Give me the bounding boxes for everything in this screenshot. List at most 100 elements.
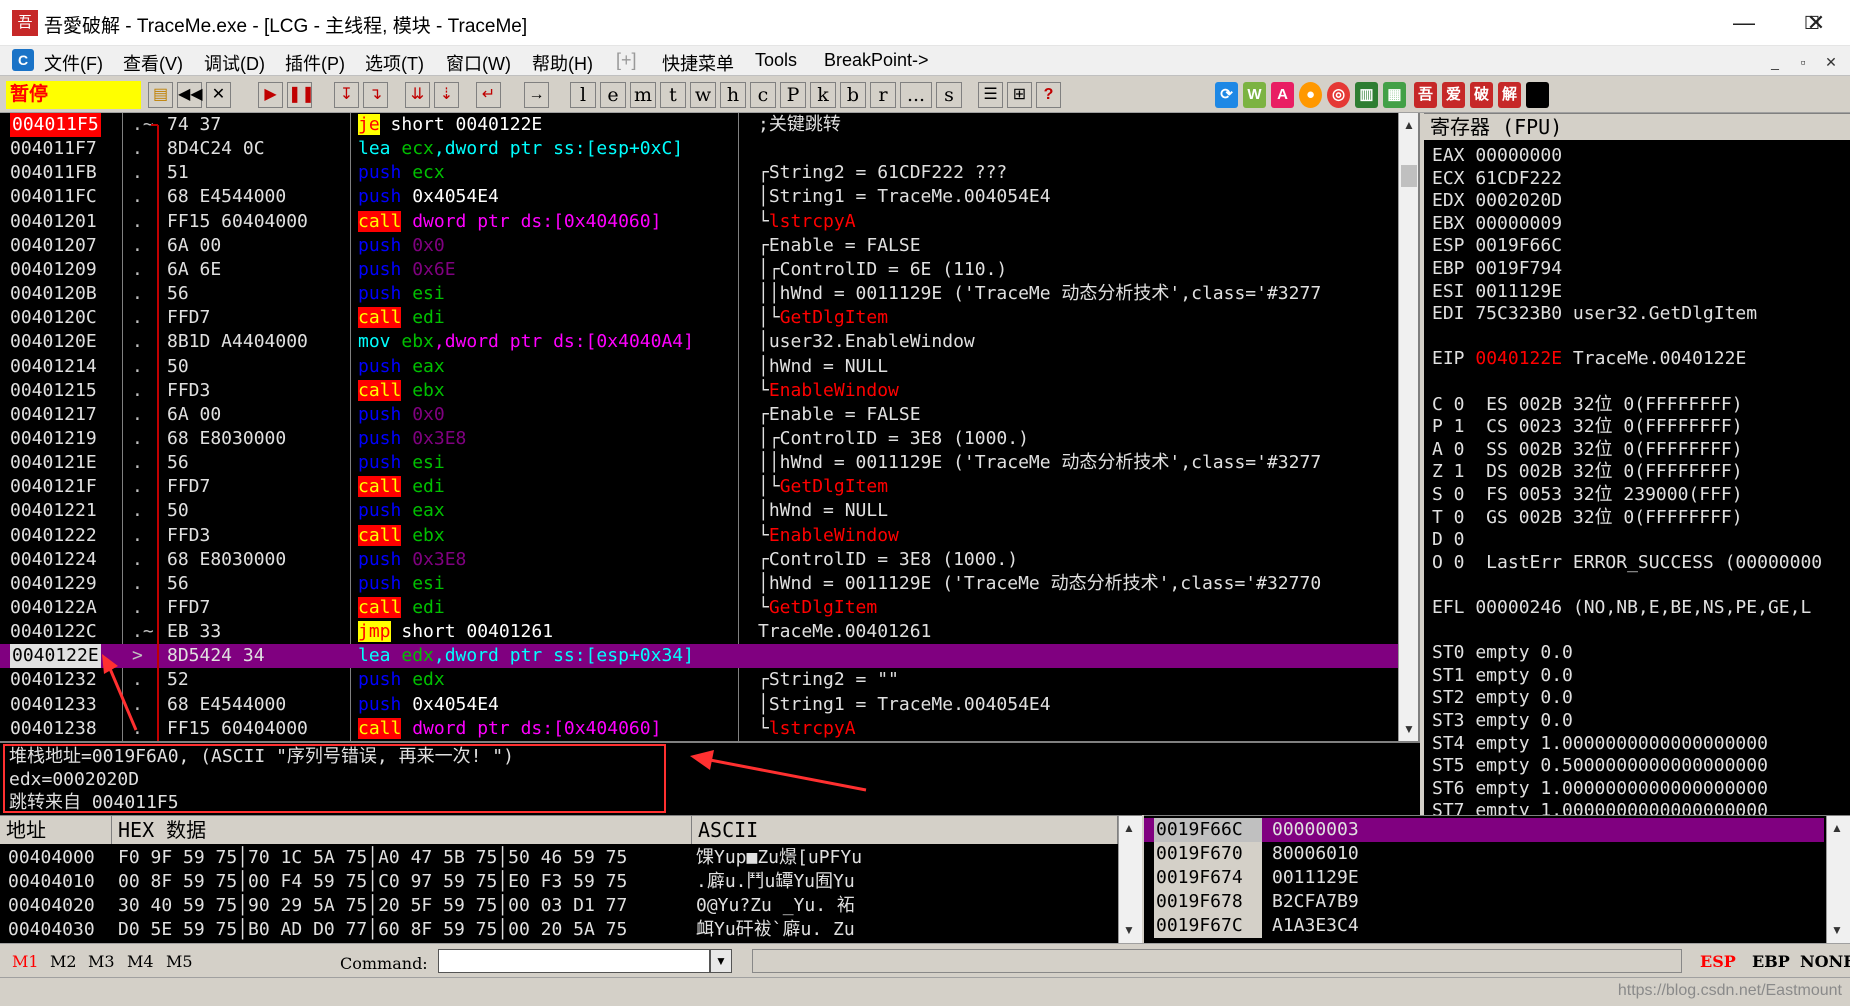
toolbar-r-button[interactable]: r <box>870 82 896 108</box>
toolbar-k-button[interactable]: k <box>810 82 836 108</box>
disasm-row[interactable]: 0040120C. FFD7 call edi │└GetDlgItem <box>0 306 1400 330</box>
menu-window[interactable]: 窗口(W) <box>446 50 511 76</box>
menu-plugins[interactable]: 插件(P) <box>285 50 345 76</box>
dump-ascii-header[interactable]: ASCII <box>692 816 1118 844</box>
mdi-restore-button[interactable]: ▫ <box>1790 52 1816 72</box>
tab-m4[interactable]: M4 <box>127 952 154 971</box>
register-line[interactable]: ST5 empty 0.5000000000000000000 <box>1432 754 1768 778</box>
menu-view[interactable]: 查看(V) <box>123 50 183 76</box>
rewind-icon[interactable]: ◀◀ <box>177 82 203 108</box>
cpu-scrollbar[interactable]: ▲ ▼ <box>1398 113 1418 741</box>
toolbar-s-button[interactable]: s <box>936 82 962 108</box>
memory-dump-pane[interactable]: 地址 HEX 数据 ASCII 00404000 F0 9F 59 75│70 1… <box>0 815 1142 943</box>
register-line[interactable]: ESP 0019F66C <box>1432 234 1562 258</box>
dump-row[interactable]: 00404010 00 8F 59 75│00 F4 59 75│C0 97 59… <box>0 870 1110 894</box>
register-line[interactable]: EBX 00000009 <box>1432 212 1562 236</box>
disasm-row[interactable]: 00401238. FF15 60404000 call dword ptr ds:… <box>0 717 1400 741</box>
registers-pane[interactable]: 寄存器 (FPU) EAX 00000000 ECX 61CDF222 EDX 00… <box>1424 113 1850 815</box>
scroll-up-icon[interactable]: ▲ <box>1827 818 1847 838</box>
scroll-down-icon[interactable]: ▼ <box>1119 920 1139 940</box>
disasm-row[interactable]: 0040120E. 8B1D A4404000 mov ebx,dword ptr … <box>0 330 1400 354</box>
tab-ebp[interactable]: EBP <box>1752 952 1790 971</box>
toolbar-b-button[interactable]: b <box>840 82 866 108</box>
tab-m1[interactable]: M1 <box>12 952 39 971</box>
toolbar-ellipsis-button[interactable]: ... <box>900 82 932 108</box>
dump-scrollbar[interactable]: ▲ ▼ <box>1118 816 1142 943</box>
target-plugin-icon[interactable]: ◎ <box>1327 82 1350 108</box>
disasm-row[interactable]: 00401233. 68 E4544000 push 0x4054E4 │String… <box>0 693 1400 717</box>
toolbar-w-button[interactable]: w <box>690 82 716 108</box>
help-button[interactable]: ? <box>1036 82 1061 108</box>
dump-hex-header[interactable]: HEX 数据 <box>112 816 692 844</box>
register-line[interactable]: T 0 GS 002B 32位 0(FFFFFFFF) <box>1432 506 1743 530</box>
disasm-row[interactable]: 00401219. 68 E8030000 push 0x3E8 │┌ControlI… <box>0 427 1400 451</box>
plugin-po-icon[interactable]: 破 <box>1470 82 1493 108</box>
register-line[interactable]: EIP 0040122E TraceMe.0040122E <box>1432 347 1746 371</box>
minimize-button[interactable]: — <box>1710 0 1778 46</box>
menu-file[interactable]: 文件(F) <box>44 50 103 76</box>
register-line[interactable]: ST1 empty 0.0 <box>1432 664 1573 688</box>
toolbar-p-button[interactable]: P <box>780 82 806 108</box>
dump-address-header[interactable]: 地址 <box>0 816 112 844</box>
register-line[interactable]: ST0 empty 0.0 <box>1432 641 1573 665</box>
plugin-circle-icon[interactable]: ● <box>1299 82 1322 108</box>
register-line[interactable]: S 0 FS 0053 32位 239000(FFF) <box>1432 483 1743 507</box>
register-line[interactable]: ST2 empty 0.0 <box>1432 686 1573 710</box>
menu-plus[interactable]: [+] <box>616 50 637 71</box>
disasm-row[interactable]: 00401215. FFD3 call ebx └EnableWindow <box>0 379 1400 403</box>
menu-options[interactable]: 选项(T) <box>365 50 424 76</box>
disasm-row[interactable]: 00401201. FF15 60404000 call dword ptr ds:… <box>0 210 1400 234</box>
menu-help[interactable]: 帮助(H) <box>532 50 593 76</box>
close-process-icon[interactable]: ✕ <box>206 82 231 108</box>
menu-shortcut[interactable]: 快捷菜单 <box>662 50 734 76</box>
tab-m5[interactable]: M5 <box>166 952 193 971</box>
open-icon[interactable]: ▤ <box>148 82 173 108</box>
stack-pane[interactable]: 0019F66C 00000003 0019F670 80006010 0019F674… <box>1144 815 1850 943</box>
scroll-thumb[interactable] <box>1401 165 1417 187</box>
register-line[interactable]: ST3 empty 0.0 <box>1432 709 1573 733</box>
disasm-row[interactable]: 0040122E >8D5424 34 lea edx,dword ptr ss:[… <box>0 644 1400 669</box>
menu-tools[interactable]: Tools <box>755 50 797 71</box>
disasm-row[interactable]: 0040120B. 56 push esi ││hWnd = 0011129E ('T… <box>0 282 1400 306</box>
stack-row[interactable]: 0019F67C A1A3E3C4 <box>1144 914 1824 938</box>
register-line[interactable]: ST7 empty 1.0000000000000000000 <box>1432 799 1768 815</box>
disasm-row[interactable]: 004011F7. 8D4C24 0C lea ecx,dword ptr ss:[… <box>0 137 1400 161</box>
disasm-row[interactable]: 00401207. 6A 00 push 0x0 ┌Enable = FALSE <box>0 234 1400 258</box>
register-line[interactable]: EAX 00000000 <box>1432 144 1562 168</box>
plugin-w-icon[interactable]: W <box>1243 82 1266 108</box>
chevron-down-icon[interactable]: ▼ <box>710 949 732 973</box>
scroll-up-icon[interactable]: ▲ <box>1119 818 1139 838</box>
register-line[interactable]: A 0 SS 002B 32位 0(FFFFFFFF) <box>1432 438 1743 462</box>
register-line[interactable]: O 0 LastErr ERROR_SUCCESS (00000000 <box>1432 551 1822 575</box>
register-line[interactable]: EDX 0002020D <box>1432 189 1562 213</box>
register-line[interactable]: ESI 0011129E <box>1432 280 1562 304</box>
refresh-plugin-icon[interactable]: ⟳ <box>1215 82 1238 108</box>
dump-row[interactable]: 00404020 30 40 59 75│90 29 5A 75│20 5F 59… <box>0 894 1110 918</box>
plugin-jie-icon[interactable]: 解 <box>1498 82 1521 108</box>
register-line[interactable]: ST4 empty 1.0000000000000000000 <box>1432 732 1768 756</box>
pause-icon[interactable]: ❚❚ <box>287 82 315 108</box>
disasm-row[interactable]: 0040121E. 56 push esi ││hWnd = 0011129E ('T… <box>0 451 1400 475</box>
register-line[interactable]: P 1 CS 0023 32位 0(FFFFFFFF) <box>1432 415 1743 439</box>
list-icon[interactable]: ☰ <box>978 82 1003 108</box>
disasm-row[interactable]: 004011FC. 68 E4544000 push 0x4054E4 │String… <box>0 185 1400 209</box>
stack-row[interactable]: 0019F678 B2CFA7B9 <box>1144 890 1824 914</box>
trace-into-icon[interactable]: ⇊ <box>405 82 430 108</box>
tab-m3[interactable]: M3 <box>88 952 115 971</box>
tab-m2[interactable]: M2 <box>50 952 77 971</box>
disasm-row[interactable]: 00401214. 50 push eax │hWnd = NULL <box>0 355 1400 379</box>
menu-breakpoint[interactable]: BreakPoint-> <box>824 50 929 71</box>
plugin-wu-icon[interactable]: 吾 <box>1414 82 1437 108</box>
step-over-icon[interactable]: ↴ <box>363 82 388 108</box>
register-line[interactable]: EBP 0019F794 <box>1432 257 1562 281</box>
toolbar-h-button[interactable]: h <box>720 82 746 108</box>
stack-row[interactable]: 0019F66C 00000003 <box>1144 818 1824 842</box>
dump-row[interactable]: 00404000 F0 9F 59 75│70 1C 5A 75│A0 47 5B… <box>0 846 1110 870</box>
toolbar-l-button[interactable]: l <box>570 82 596 108</box>
register-line[interactable]: Z 1 DS 002B 32位 0(FFFFFFFF) <box>1432 460 1743 484</box>
grid-plugin-icon[interactable]: ▦ <box>1383 82 1406 108</box>
disasm-row[interactable]: 00401209. 6A 6E push 0x6E │┌ControlID = 6E … <box>0 258 1400 282</box>
registers-header[interactable]: 寄存器 (FPU) <box>1424 114 1850 140</box>
register-line[interactable]: C 0 ES 002B 32位 0(FFFFFFFF) <box>1432 393 1743 417</box>
disasm-row[interactable]: 004011F5 .~ 74 37 je short 0040122E ;关键跳转 <box>0 113 1400 137</box>
